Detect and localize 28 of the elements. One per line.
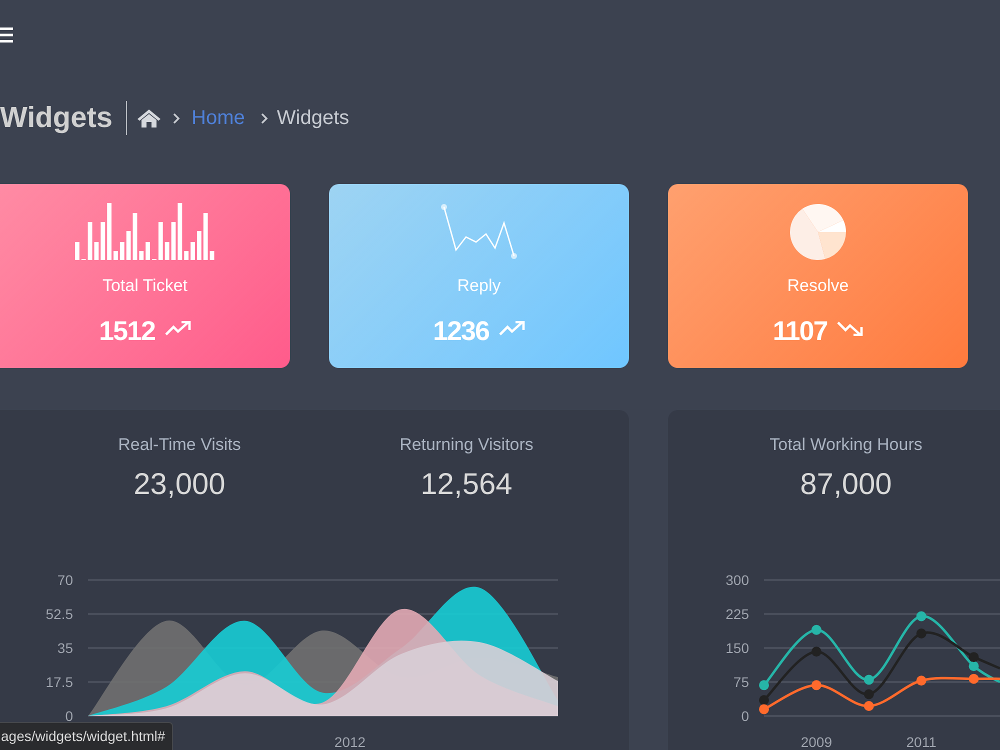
stat-label: Returning Visitors <box>400 435 534 455</box>
breadcrumb-current: Widgets <box>276 106 350 131</box>
stat-value: 87,000 <box>800 467 892 503</box>
axis-label: 75 <box>733 674 749 690</box>
stat-value: 23,000 <box>134 467 226 503</box>
axis-label: 35 <box>57 640 73 656</box>
card-label: Resolve <box>787 276 849 296</box>
axis-label: 0 <box>741 708 749 724</box>
axis-label: 52.5 <box>46 606 73 622</box>
axis-label: 2012 <box>334 734 366 750</box>
stat-value: 12,564 <box>420 467 512 503</box>
card-label: Reply <box>457 276 501 296</box>
stat-label: Real-Time Visits <box>118 435 241 455</box>
page-title: Widgets <box>0 101 113 136</box>
axis-label: 225 <box>726 606 749 622</box>
axis-label: 150 <box>726 640 749 656</box>
axis-label: 0 <box>65 708 73 724</box>
axis-label: 70 <box>57 572 73 588</box>
axis-label: 300 <box>726 572 749 588</box>
card-value: 1236 <box>432 315 490 348</box>
card-label: Total Ticket <box>102 276 188 296</box>
axis-label: 17.5 <box>46 674 73 690</box>
axis-label: 2011 <box>906 734 936 750</box>
link-url-tooltip: ages/widgets/widget.html# <box>0 722 174 750</box>
card-value: 1512 <box>98 315 156 348</box>
stat-label: Total Working Hours <box>770 435 922 455</box>
axis-label: 2009 <box>800 734 832 750</box>
card-value: 1107 <box>772 315 828 348</box>
